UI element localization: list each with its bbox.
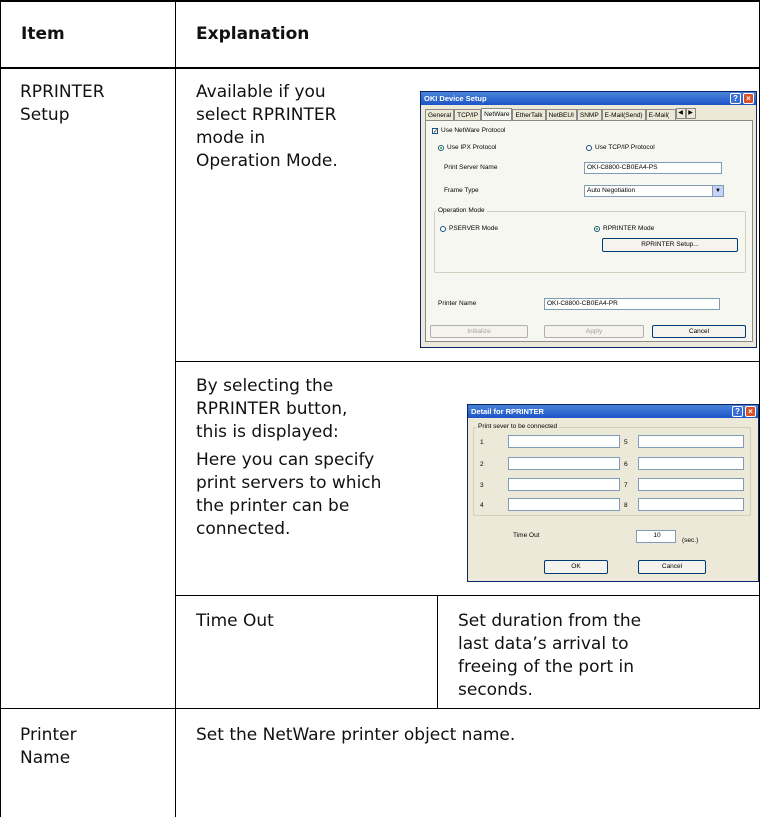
radio-tcpip[interactable] bbox=[586, 145, 592, 151]
use-netware-label: Use NetWare Protocol bbox=[441, 127, 506, 134]
explanation-print-servers: Here you can specify print servers to wh… bbox=[196, 449, 381, 541]
operation-mode-label: Operation Mode bbox=[436, 207, 487, 215]
server-number-label: 8 bbox=[624, 502, 628, 509]
cancel-button[interactable]: Cancel bbox=[638, 560, 706, 574]
dialog-title: Detail for RPRINTER bbox=[471, 407, 544, 416]
server-number-label: 1 bbox=[480, 439, 484, 446]
table-rule-header bbox=[0, 67, 760, 69]
explanation-line: mode in bbox=[196, 128, 266, 148]
oki-device-setup-dialog: OKI Device Setup ? × General TCP/IP NetW… bbox=[420, 91, 757, 348]
timeout-input[interactable]: 10 bbox=[636, 530, 676, 543]
server-2-input[interactable] bbox=[508, 457, 620, 470]
server-number-label: 7 bbox=[624, 482, 628, 489]
item-line: RPRINTER bbox=[20, 82, 105, 102]
item-line: Printer bbox=[20, 725, 77, 745]
table-rule bbox=[175, 595, 760, 596]
detail-for-rprinter-dialog: Detail for RPRINTER ? × Print sever to b… bbox=[467, 404, 759, 582]
explanation-line: select RPRINTER bbox=[196, 105, 337, 125]
subitem-time-out: Time Out bbox=[196, 611, 274, 631]
tab-right-arrow-icon[interactable]: ▶ bbox=[685, 108, 696, 119]
server-6-input[interactable] bbox=[638, 457, 744, 470]
radio-rprinter[interactable] bbox=[594, 226, 600, 232]
ok-button[interactable]: OK bbox=[544, 560, 608, 574]
explanation-line: the printer can be bbox=[196, 496, 350, 516]
printer-name-label: Printer Name bbox=[438, 300, 477, 307]
rprinter-mode-label: RPRINTER Mode bbox=[603, 225, 655, 232]
help-icon[interactable]: ? bbox=[732, 406, 743, 417]
explanation-line: print servers to which bbox=[196, 473, 382, 493]
explanation-line: this is displayed: bbox=[196, 422, 339, 442]
frame-type-select[interactable]: Auto Negotiation ▼ bbox=[584, 185, 724, 197]
explanation-rprinter-setup: Available if you select RPRINTER mode in… bbox=[196, 81, 338, 173]
rprinter-setup-button[interactable]: RPRINTER Setup... bbox=[602, 238, 738, 252]
server-4-input[interactable] bbox=[508, 498, 620, 511]
detail-panel: Print sever to be connected 1 2 3 4 5 6 … bbox=[468, 418, 756, 579]
item-printer-name: Printer Name bbox=[20, 724, 77, 770]
table-rule bbox=[175, 361, 760, 362]
dialog-titlebar: OKI Device Setup ? × bbox=[421, 92, 756, 105]
print-server-group-label: Print sever to be connected bbox=[476, 423, 560, 431]
table-rule-left bbox=[0, 0, 1, 817]
server-number-label: 5 bbox=[624, 439, 628, 446]
explanation-line: connected. bbox=[196, 519, 291, 539]
server-7-input[interactable] bbox=[638, 478, 744, 491]
pserver-mode-label: PSERVER Mode bbox=[449, 225, 499, 232]
radio-pserver[interactable] bbox=[440, 226, 446, 232]
help-icon[interactable]: ? bbox=[730, 93, 741, 104]
table-rule-sub bbox=[437, 595, 438, 709]
frame-type-value: Auto Negotiation bbox=[587, 187, 636, 194]
frame-type-label: Frame Type bbox=[444, 187, 479, 194]
initialize-button[interactable]: Initialize bbox=[430, 325, 528, 338]
explanation-line: last data’s arrival to bbox=[458, 634, 629, 654]
explanation-line: By selecting the bbox=[196, 376, 334, 396]
server-1-input[interactable] bbox=[508, 435, 620, 448]
print-server-name-label: Print Server Name bbox=[444, 164, 498, 171]
dialog-title: OKI Device Setup bbox=[424, 94, 487, 103]
tab-left-arrow-icon[interactable]: ◀ bbox=[675, 108, 686, 119]
item-line: Name bbox=[20, 748, 71, 768]
apply-button[interactable]: Apply bbox=[544, 325, 644, 338]
header-explanation: Explanation bbox=[196, 24, 310, 44]
server-8-input[interactable] bbox=[638, 498, 744, 511]
use-ipx-label: Use IPX Protocol bbox=[447, 144, 497, 151]
item-rprinter-setup: RPRINTER Setup bbox=[20, 81, 105, 127]
timeout-label: Time Out bbox=[513, 532, 540, 539]
explanation-line: RPRINTER button, bbox=[196, 399, 348, 419]
table-rule-top bbox=[0, 0, 760, 2]
explanation-line: Operation Mode. bbox=[196, 151, 338, 171]
close-icon[interactable]: × bbox=[743, 93, 754, 104]
server-5-input[interactable] bbox=[638, 435, 744, 448]
dialog-titlebar: Detail for RPRINTER ? × bbox=[468, 405, 758, 418]
server-number-label: 3 bbox=[480, 482, 484, 489]
explanation-line: seconds. bbox=[458, 680, 533, 700]
checkbox-checked-icon[interactable]: ✓ bbox=[432, 128, 438, 135]
explanation-printer-name: Set the NetWare printer object name. bbox=[196, 725, 516, 745]
radio-ipx[interactable] bbox=[438, 145, 444, 151]
table-rule-col bbox=[175, 0, 176, 817]
explanation-line: Here you can specify bbox=[196, 450, 375, 470]
timeout-unit: (sec.) bbox=[682, 537, 699, 544]
explanation-time-out: Set duration from the last data’s arriva… bbox=[458, 610, 641, 702]
printer-name-input[interactable]: OKI-C8800-CB0EA4-PR bbox=[544, 298, 720, 310]
server-3-input[interactable] bbox=[508, 478, 620, 491]
server-number-label: 6 bbox=[624, 461, 628, 468]
server-number-label: 4 bbox=[480, 502, 484, 509]
explanation-line: Set duration from the bbox=[458, 611, 642, 631]
item-line: Setup bbox=[20, 105, 70, 125]
print-server-name-input[interactable]: OKI-C8800-CB0EA4-PS bbox=[584, 162, 722, 174]
cancel-button[interactable]: Cancel bbox=[652, 325, 746, 338]
netware-panel: ✓ Use NetWare Protocol Use IPX Protocol … bbox=[425, 120, 753, 342]
close-icon[interactable]: × bbox=[745, 406, 756, 417]
dropdown-arrow-icon[interactable]: ▼ bbox=[712, 186, 723, 196]
explanation-line: Available if you bbox=[196, 82, 326, 102]
table-rule bbox=[0, 708, 760, 709]
use-tcpip-label: Use TCP/IP Protocol bbox=[595, 144, 655, 151]
table-rule-right bbox=[759, 0, 760, 709]
header-item: Item bbox=[21, 24, 65, 44]
explanation-line: freeing of the port in bbox=[458, 657, 635, 677]
server-number-label: 2 bbox=[480, 461, 484, 468]
tab-strip: General TCP/IP NetWare EtherTalk NetBEUI… bbox=[425, 108, 753, 121]
explanation-rprinter-button: By selecting the RPRINTER button, this i… bbox=[196, 375, 347, 444]
